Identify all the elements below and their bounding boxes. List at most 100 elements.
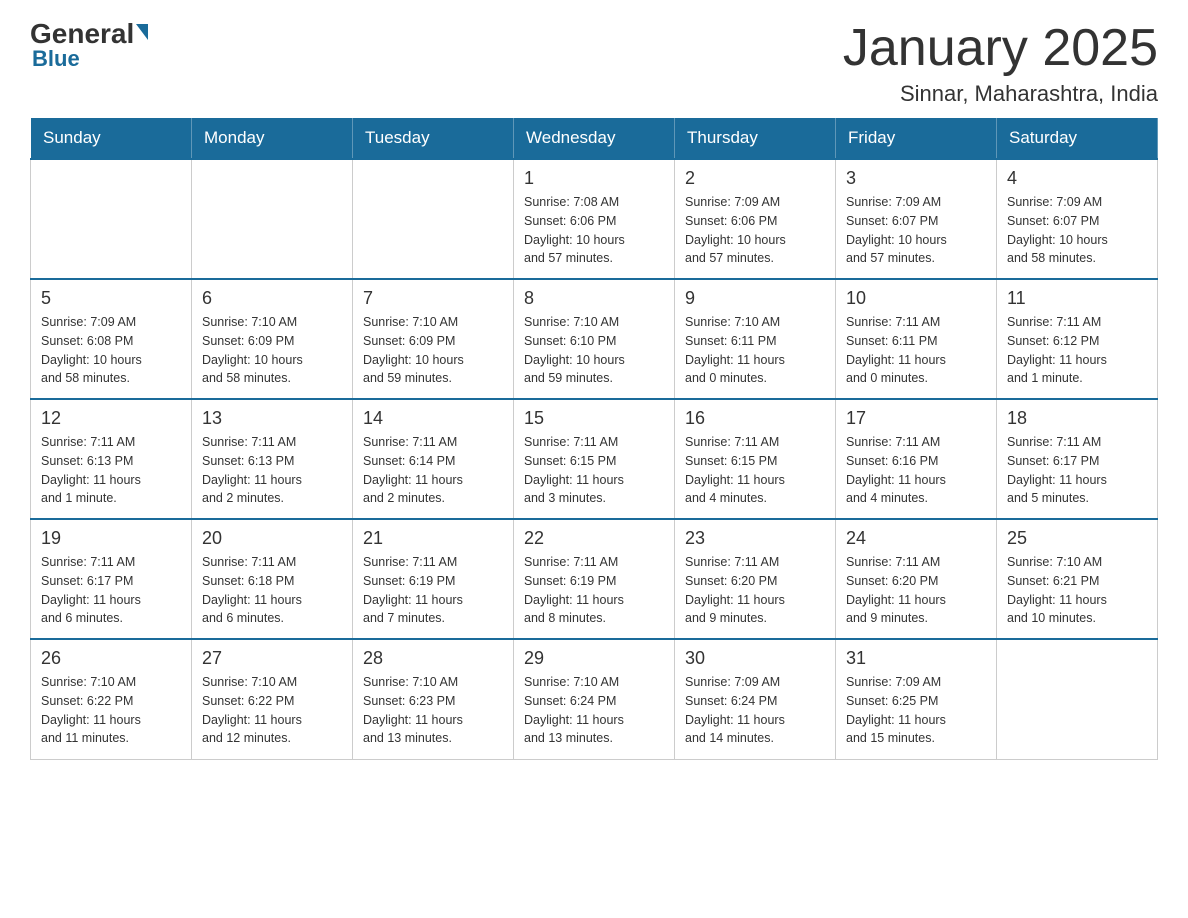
calendar-cell: 28 Sunrise: 7:10 AMSunset: 6:23 PMDayligh… — [353, 639, 514, 759]
day-info: Sunrise: 7:11 AMSunset: 6:17 PMDaylight:… — [1007, 433, 1147, 508]
day-info: Sunrise: 7:11 AMSunset: 6:15 PMDaylight:… — [524, 433, 664, 508]
day-number: 5 — [41, 288, 181, 309]
calendar-cell: 25 Sunrise: 7:10 AMSunset: 6:21 PMDayligh… — [997, 519, 1158, 639]
calendar-week-row: 12 Sunrise: 7:11 AMSunset: 6:13 PMDayligh… — [31, 399, 1158, 519]
day-number: 28 — [363, 648, 503, 669]
day-number: 22 — [524, 528, 664, 549]
day-info: Sunrise: 7:08 AMSunset: 6:06 PMDaylight:… — [524, 193, 664, 268]
day-number: 20 — [202, 528, 342, 549]
day-number: 6 — [202, 288, 342, 309]
day-info: Sunrise: 7:11 AMSunset: 6:15 PMDaylight:… — [685, 433, 825, 508]
day-info: Sunrise: 7:11 AMSunset: 6:13 PMDaylight:… — [202, 433, 342, 508]
logo-triangle-icon — [136, 24, 148, 40]
day-info: Sunrise: 7:11 AMSunset: 6:11 PMDaylight:… — [846, 313, 986, 388]
day-number: 2 — [685, 168, 825, 189]
calendar-cell — [353, 159, 514, 279]
calendar-cell: 4Sunrise: 7:09 AMSunset: 6:07 PMDaylight… — [997, 159, 1158, 279]
day-number: 7 — [363, 288, 503, 309]
day-number: 1 — [524, 168, 664, 189]
calendar-day-header: Wednesday — [514, 118, 675, 160]
day-info: Sunrise: 7:09 AMSunset: 6:06 PMDaylight:… — [685, 193, 825, 268]
calendar-cell: 8Sunrise: 7:10 AMSunset: 6:10 PMDaylight… — [514, 279, 675, 399]
calendar-cell: 14 Sunrise: 7:11 AMSunset: 6:14 PMDayligh… — [353, 399, 514, 519]
day-number: 10 — [846, 288, 986, 309]
calendar-cell: 16 Sunrise: 7:11 AMSunset: 6:15 PMDayligh… — [675, 399, 836, 519]
day-info: Sunrise: 7:10 AMSunset: 6:23 PMDaylight:… — [363, 673, 503, 748]
day-info: Sunrise: 7:10 AMSunset: 6:22 PMDaylight:… — [202, 673, 342, 748]
calendar-cell: 7 Sunrise: 7:10 AMSunset: 6:09 PMDaylight… — [353, 279, 514, 399]
day-info: Sunrise: 7:11 AMSunset: 6:12 PMDaylight:… — [1007, 313, 1147, 388]
day-info: Sunrise: 7:11 AMSunset: 6:19 PMDaylight:… — [524, 553, 664, 628]
calendar-cell: 5 Sunrise: 7:09 AMSunset: 6:08 PMDaylight… — [31, 279, 192, 399]
calendar-cell: 19 Sunrise: 7:11 AMSunset: 6:17 PMDayligh… — [31, 519, 192, 639]
day-number: 16 — [685, 408, 825, 429]
day-number: 27 — [202, 648, 342, 669]
day-info: Sunrise: 7:10 AMSunset: 6:09 PMDaylight:… — [363, 313, 503, 388]
title-section: January 2025 Sinnar, Maharashtra, India — [843, 20, 1158, 107]
calendar-cell: 23Sunrise: 7:11 AMSunset: 6:20 PMDayligh… — [675, 519, 836, 639]
calendar-day-header: Tuesday — [353, 118, 514, 160]
calendar-week-row: 19 Sunrise: 7:11 AMSunset: 6:17 PMDayligh… — [31, 519, 1158, 639]
day-number: 11 — [1007, 288, 1147, 309]
calendar-cell: 2 Sunrise: 7:09 AMSunset: 6:06 PMDaylight… — [675, 159, 836, 279]
day-info: Sunrise: 7:11 AMSunset: 6:18 PMDaylight:… — [202, 553, 342, 628]
calendar-table: SundayMondayTuesdayWednesdayThursdayFrid… — [30, 117, 1158, 760]
calendar-day-header: Saturday — [997, 118, 1158, 160]
day-number: 12 — [41, 408, 181, 429]
day-info: Sunrise: 7:10 AMSunset: 6:09 PMDaylight:… — [202, 313, 342, 388]
page-header: General Blue January 2025 Sinnar, Mahara… — [30, 20, 1158, 107]
logo-blue: Blue — [32, 46, 80, 72]
calendar-day-header: Sunday — [31, 118, 192, 160]
calendar-cell: 22 Sunrise: 7:11 AMSunset: 6:19 PMDayligh… — [514, 519, 675, 639]
day-info: Sunrise: 7:09 AMSunset: 6:24 PMDaylight:… — [685, 673, 825, 748]
day-info: Sunrise: 7:11 AMSunset: 6:16 PMDaylight:… — [846, 433, 986, 508]
day-number: 31 — [846, 648, 986, 669]
day-info: Sunrise: 7:11 AMSunset: 6:13 PMDaylight:… — [41, 433, 181, 508]
calendar-cell: 6 Sunrise: 7:10 AMSunset: 6:09 PMDaylight… — [192, 279, 353, 399]
calendar-week-row: 5 Sunrise: 7:09 AMSunset: 6:08 PMDaylight… — [31, 279, 1158, 399]
day-info: Sunrise: 7:09 AMSunset: 6:25 PMDaylight:… — [846, 673, 986, 748]
calendar-cell: 31 Sunrise: 7:09 AMSunset: 6:25 PMDayligh… — [836, 639, 997, 759]
logo: General Blue — [30, 20, 148, 72]
day-info: Sunrise: 7:09 AMSunset: 6:08 PMDaylight:… — [41, 313, 181, 388]
day-number: 26 — [41, 648, 181, 669]
calendar-title: January 2025 — [843, 20, 1158, 77]
calendar-cell: 1 Sunrise: 7:08 AMSunset: 6:06 PMDaylight… — [514, 159, 675, 279]
day-number: 15 — [524, 408, 664, 429]
calendar-cell: 26Sunrise: 7:10 AMSunset: 6:22 PMDayligh… — [31, 639, 192, 759]
calendar-cell: 27 Sunrise: 7:10 AMSunset: 6:22 PMDayligh… — [192, 639, 353, 759]
calendar-subtitle: Sinnar, Maharashtra, India — [843, 81, 1158, 107]
calendar-cell: 20 Sunrise: 7:11 AMSunset: 6:18 PMDayligh… — [192, 519, 353, 639]
calendar-cell — [31, 159, 192, 279]
day-number: 21 — [363, 528, 503, 549]
day-info: Sunrise: 7:11 AMSunset: 6:17 PMDaylight:… — [41, 553, 181, 628]
day-info: Sunrise: 7:11 AMSunset: 6:14 PMDaylight:… — [363, 433, 503, 508]
calendar-header-row: SundayMondayTuesdayWednesdayThursdayFrid… — [31, 118, 1158, 160]
day-number: 25 — [1007, 528, 1147, 549]
calendar-cell: 12 Sunrise: 7:11 AMSunset: 6:13 PMDayligh… — [31, 399, 192, 519]
calendar-day-header: Monday — [192, 118, 353, 160]
day-number: 13 — [202, 408, 342, 429]
day-info: Sunrise: 7:10 AMSunset: 6:21 PMDaylight:… — [1007, 553, 1147, 628]
calendar-cell — [192, 159, 353, 279]
day-number: 8 — [524, 288, 664, 309]
day-number: 18 — [1007, 408, 1147, 429]
day-info: Sunrise: 7:09 AMSunset: 6:07 PMDaylight:… — [1007, 193, 1147, 268]
calendar-cell: 15 Sunrise: 7:11 AMSunset: 6:15 PMDayligh… — [514, 399, 675, 519]
day-info: Sunrise: 7:10 AMSunset: 6:24 PMDaylight:… — [524, 673, 664, 748]
day-number: 30 — [685, 648, 825, 669]
day-info: Sunrise: 7:11 AMSunset: 6:19 PMDaylight:… — [363, 553, 503, 628]
calendar-cell: 18 Sunrise: 7:11 AMSunset: 6:17 PMDayligh… — [997, 399, 1158, 519]
calendar-day-header: Thursday — [675, 118, 836, 160]
calendar-cell: 21 Sunrise: 7:11 AMSunset: 6:19 PMDayligh… — [353, 519, 514, 639]
day-info: Sunrise: 7:11 AMSunset: 6:20 PMDaylight:… — [685, 553, 825, 628]
logo-general: General — [30, 20, 148, 48]
day-number: 3 — [846, 168, 986, 189]
calendar-cell: 30 Sunrise: 7:09 AMSunset: 6:24 PMDayligh… — [675, 639, 836, 759]
calendar-cell: 11 Sunrise: 7:11 AMSunset: 6:12 PMDayligh… — [997, 279, 1158, 399]
calendar-cell — [997, 639, 1158, 759]
day-number: 14 — [363, 408, 503, 429]
day-number: 19 — [41, 528, 181, 549]
day-info: Sunrise: 7:11 AMSunset: 6:20 PMDaylight:… — [846, 553, 986, 628]
day-number: 9 — [685, 288, 825, 309]
